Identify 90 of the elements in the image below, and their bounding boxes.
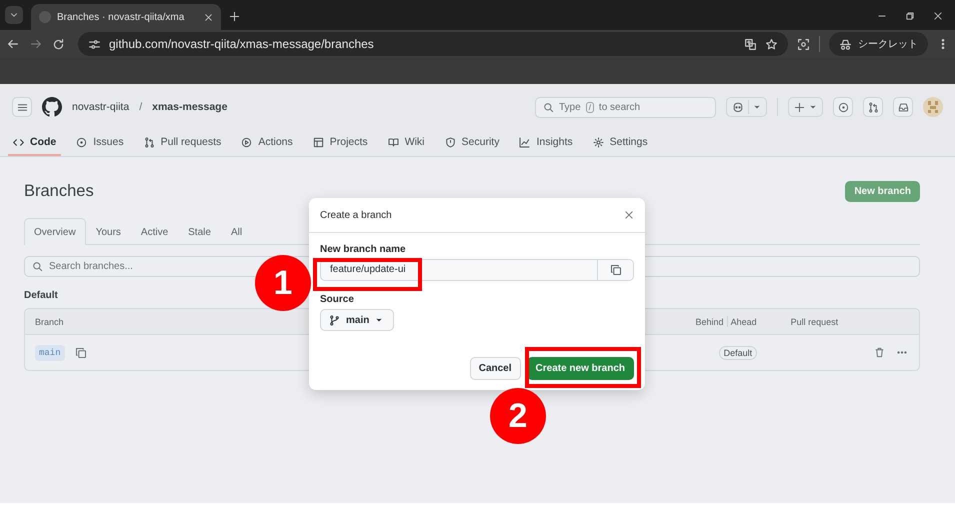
nav-tab[interactable]: Pull requests (138, 130, 226, 156)
step-badge: 1 (255, 255, 311, 311)
search-field[interactable]: Type / to search (535, 96, 716, 118)
menu-button[interactable] (12, 97, 32, 117)
filter-tab[interactable]: All (220, 218, 252, 245)
star-icon[interactable] (765, 38, 778, 50)
search-placeholder: Search branches... (49, 261, 133, 272)
menu-icon (16, 102, 28, 112)
repo-link[interactable]: xmas-message (152, 101, 228, 113)
nav-tab[interactable]: Settings (588, 130, 653, 156)
field-label: New branch name (320, 244, 407, 255)
inbox-button[interactable] (893, 97, 913, 117)
filter-tab[interactable]: Overview (24, 218, 86, 245)
column-header: Branch (35, 316, 64, 326)
shortcut-key: / (586, 102, 594, 112)
nav-tab[interactable]: Actions (236, 130, 298, 156)
nav-tab[interactable]: Security (440, 130, 504, 156)
octocat-logo-icon[interactable] (42, 97, 62, 117)
plus-icon (794, 102, 805, 112)
step-badge: 2 (490, 388, 546, 444)
pixel-avatar-icon (926, 100, 940, 114)
search-hint: Type (559, 102, 581, 112)
create-branch-button[interactable]: Create new branch (526, 357, 634, 380)
copilot-button[interactable] (726, 97, 767, 117)
trash-icon[interactable] (874, 347, 885, 358)
code-icon (13, 136, 24, 148)
column-header: Behind (696, 316, 724, 326)
restore-icon[interactable] (905, 11, 915, 21)
source-dropdown[interactable]: main (320, 309, 394, 331)
field-value: feature/update-ui (330, 264, 406, 276)
issue-icon (838, 102, 848, 112)
branch-name-field[interactable]: feature/update-ui (320, 259, 634, 281)
site-info-icon[interactable] (88, 38, 101, 50)
copy-button[interactable] (597, 260, 633, 280)
caret-icon (809, 103, 817, 111)
close-icon[interactable] (624, 210, 634, 220)
caret-icon (753, 103, 761, 111)
search-hint: to search (598, 102, 640, 112)
breadcrumb-separator: / (139, 101, 142, 113)
incognito-icon (839, 38, 852, 50)
book-icon (388, 136, 399, 148)
page-title: Branches (24, 182, 95, 200)
tab-title: Branches · novastr-qiita/xma (57, 12, 184, 22)
section-heading: Default (24, 290, 58, 301)
owner-link[interactable]: novastr-qiita (72, 101, 130, 113)
play-icon (241, 136, 252, 148)
field-label: Source (320, 294, 355, 305)
filter-tab[interactable]: Stale (178, 218, 221, 245)
dialog-title: Create a branch (320, 210, 392, 220)
cancel-button[interactable]: Cancel (470, 357, 521, 380)
issue-icon (76, 136, 88, 148)
filter-tab[interactable]: Active (130, 218, 178, 245)
default-label: Default (718, 346, 758, 360)
graph-icon (519, 136, 530, 148)
pull-request-icon (868, 102, 878, 112)
translate-icon[interactable] (744, 38, 757, 50)
shield-icon (444, 136, 456, 148)
nav-tab[interactable]: Issues (71, 130, 129, 156)
url-text: github.com/novastr-qiita/xmas-message/branches (109, 37, 375, 51)
issues-button[interactable] (833, 97, 853, 117)
copy-icon[interactable] (74, 346, 87, 358)
pull-requests-button[interactable] (863, 97, 883, 117)
column-header: Ahead (730, 316, 758, 326)
forward-icon (29, 37, 43, 51)
screenshot-icon[interactable] (797, 38, 810, 50)
gear-icon (592, 136, 604, 148)
nav-tab[interactable]: Insights (514, 130, 578, 156)
reload-icon[interactable] (52, 38, 65, 50)
table-icon (312, 136, 324, 148)
branch-icon (329, 314, 340, 326)
filter-tab[interactable]: Yours (86, 218, 131, 245)
favicon-icon (39, 11, 51, 23)
incognito-button[interactable]: シークレット (829, 32, 928, 56)
address-bar[interactable]: github.com/novastr-qiita/xmas-message/branches (78, 32, 788, 56)
caret-icon (375, 316, 384, 324)
new-tab-icon[interactable] (229, 11, 240, 22)
copy-icon (610, 264, 622, 276)
browser-tab[interactable]: Branches · novastr-qiita/xma (31, 4, 221, 30)
nav-tab[interactable]: Wiki (382, 130, 430, 156)
pull-request-icon (144, 136, 155, 148)
search-icon (543, 102, 554, 112)
incognito-label: シークレット (858, 38, 918, 51)
search-icon (32, 261, 43, 272)
inbox-icon (898, 102, 908, 112)
copilot-icon (732, 101, 744, 113)
column-header: Pull request (790, 316, 838, 326)
back-icon[interactable] (6, 37, 20, 51)
nav-tab[interactable]: Projects (308, 130, 373, 156)
nav-tab[interactable]: Code (8, 130, 62, 156)
create-button[interactable] (788, 97, 823, 117)
